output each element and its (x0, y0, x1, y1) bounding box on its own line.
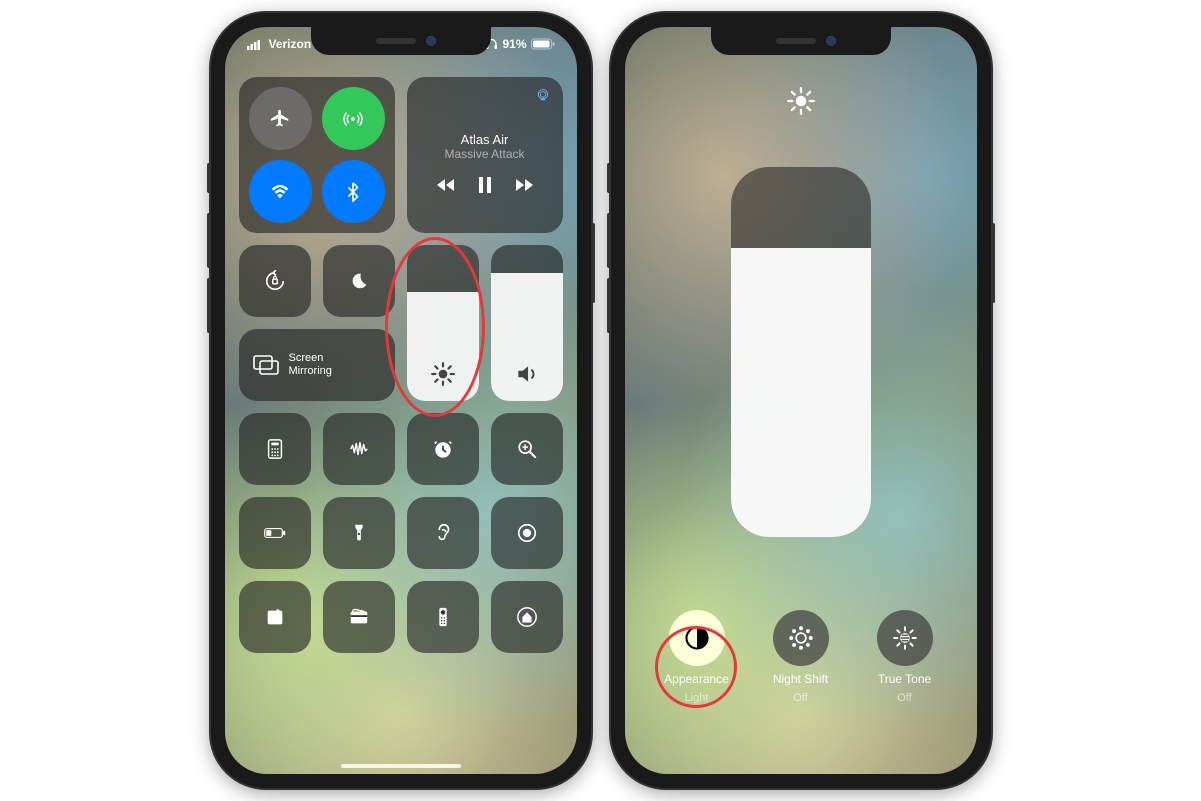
connectivity-module[interactable] (239, 77, 395, 233)
volume-icon (514, 361, 540, 387)
song-title: Atlas Air (461, 132, 509, 147)
volume-slider[interactable] (491, 245, 563, 401)
screen-recording-button[interactable] (491, 497, 563, 569)
airplay-icon[interactable] (535, 87, 551, 103)
screen-mirroring-button[interactable]: Screen Mirroring (239, 329, 395, 401)
home-indicator[interactable] (341, 764, 461, 768)
appearance-label: Appearance (664, 672, 729, 686)
calculator-button[interactable] (239, 413, 311, 485)
do-not-disturb-toggle[interactable] (323, 245, 395, 317)
flashlight-button[interactable] (323, 497, 395, 569)
low-power-mode-toggle[interactable] (239, 497, 311, 569)
orientation-lock-toggle[interactable] (239, 245, 311, 317)
battery-icon (531, 38, 555, 50)
brightness-slider[interactable] (407, 245, 479, 401)
previous-track-button[interactable] (436, 178, 456, 192)
home-button[interactable] (491, 581, 563, 653)
screen-mirroring-label-1: Screen (289, 352, 332, 365)
signal-strength-icon (247, 35, 265, 53)
brightness-fill-large (731, 248, 871, 537)
notch (711, 27, 891, 55)
wifi-toggle[interactable] (249, 160, 312, 223)
hearing-button[interactable] (407, 497, 479, 569)
night-shift-toggle[interactable]: Night Shift Off (756, 610, 846, 704)
battery-pct-label: 91% (502, 37, 526, 51)
media-module[interactable]: Atlas Air Massive Attack (407, 77, 563, 233)
night-shift-icon (773, 610, 829, 666)
appearance-sub: Light (685, 692, 709, 704)
brightness-slider-large[interactable] (731, 167, 871, 537)
true-tone-icon (877, 610, 933, 666)
wallet-button[interactable] (323, 581, 395, 653)
brightness-icon (787, 87, 815, 115)
true-tone-toggle[interactable]: True Tone Off (860, 610, 950, 704)
appearance-icon (669, 610, 725, 666)
artist-name: Massive Attack (444, 147, 524, 161)
cellular-data-toggle[interactable] (322, 87, 385, 150)
phone-frame-left: Verizon 91% (211, 13, 591, 788)
screen-mirroring-label-2: Mirroring (289, 365, 332, 378)
notch (311, 27, 491, 55)
phone-frame-right: Appearance Light Night Shift Off True To… (611, 13, 991, 788)
alarm-button[interactable] (407, 413, 479, 485)
voice-memo-button[interactable] (323, 413, 395, 485)
true-tone-label: True Tone (878, 672, 931, 686)
night-shift-label: Night Shift (773, 672, 828, 686)
screen-control-center: Verizon 91% (225, 27, 577, 774)
next-track-button[interactable] (514, 178, 534, 192)
true-tone-sub: Off (897, 692, 911, 704)
screen-brightness-detail: Appearance Light Night Shift Off True To… (625, 27, 977, 774)
carrier-label: Verizon (269, 37, 312, 51)
play-pause-button[interactable] (478, 177, 492, 193)
appearance-toggle[interactable]: Appearance Light (652, 610, 742, 704)
bluetooth-toggle[interactable] (322, 160, 385, 223)
night-shift-sub: Off (793, 692, 807, 704)
notes-button[interactable] (239, 581, 311, 653)
airplane-mode-toggle[interactable] (249, 87, 312, 150)
brightness-icon (430, 361, 456, 387)
apple-tv-remote-button[interactable] (407, 581, 479, 653)
magnifier-button[interactable] (491, 413, 563, 485)
